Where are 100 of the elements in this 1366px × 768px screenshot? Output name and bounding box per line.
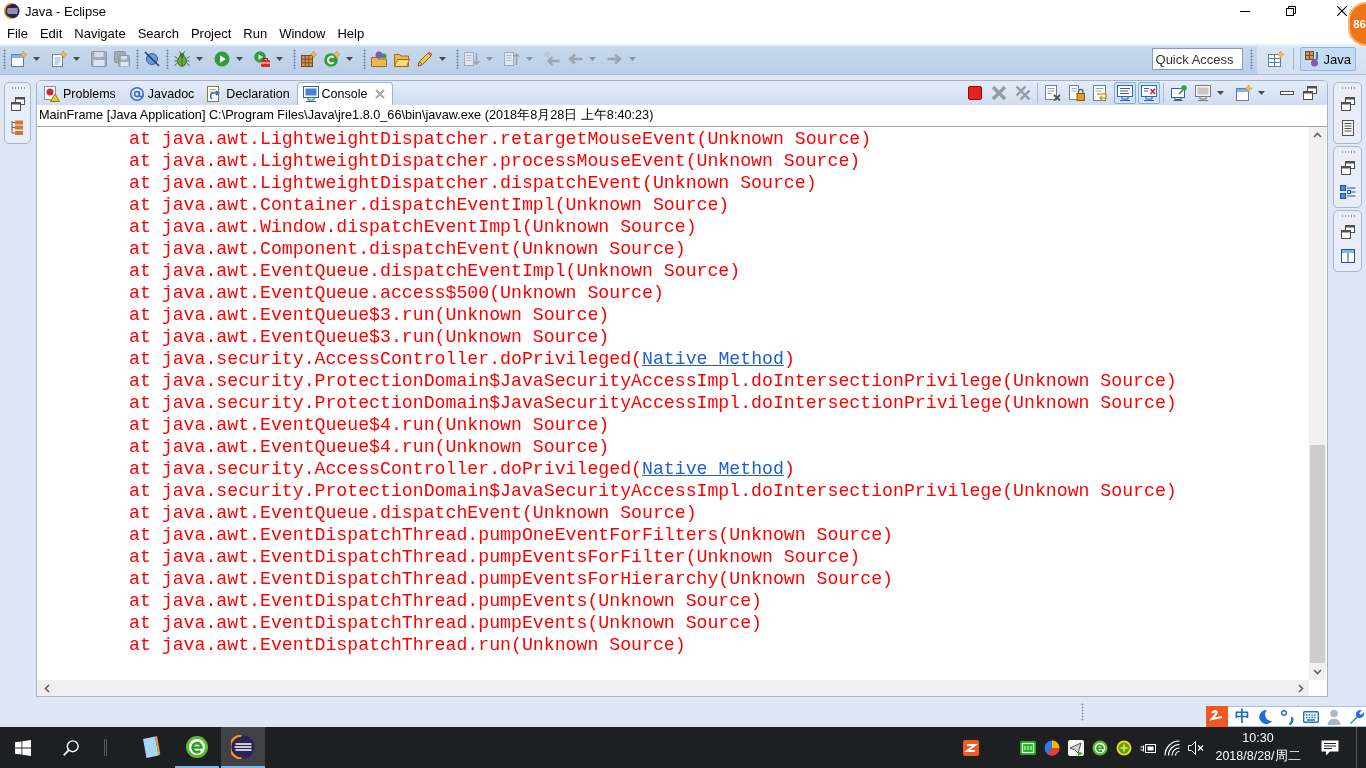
notification-icon	[1321, 739, 1339, 756]
menu-item[interactable]: Window	[273, 23, 332, 43]
stack-trace-line: at java.awt.EventQueue$3.run(Unknown Source)	[129, 304, 610, 326]
app-tile-icon[interactable]	[963, 739, 979, 756]
menu-item[interactable]: File	[1, 23, 34, 43]
menu-item[interactable]: Help	[331, 23, 371, 43]
caret-icon	[276, 57, 283, 61]
at-sign-icon	[128, 86, 145, 102]
video-app-icon[interactable]	[1020, 739, 1036, 756]
restore-icon	[1339, 96, 1356, 112]
caret-icon	[236, 57, 243, 61]
play-icon	[214, 51, 230, 67]
search-icon	[63, 739, 79, 756]
arrow-left-icon	[567, 51, 583, 67]
stack-trace-line: at java.awt.Component.dispatchEvent(Unknown Source)	[129, 238, 686, 260]
input-mode-button[interactable]: 中	[1235, 707, 1250, 726]
view-tab[interactable]: Console	[296, 82, 394, 105]
menu-item[interactable]: Project	[184, 23, 238, 43]
warning-icon	[44, 86, 60, 102]
restore-icon	[1339, 160, 1356, 176]
close-icon	[375, 89, 386, 99]
window-grid-icon	[1267, 51, 1284, 67]
stack-trace-line: at java.awt.LightweightDispatcher.dispatchEvent(Unknown Source)	[129, 172, 817, 194]
new-package-button[interactable]	[298, 48, 320, 70]
caret-icon	[629, 57, 636, 61]
stack-trace-line: at java.security.AccessController.doPrivileged(Native Method)	[129, 458, 795, 480]
show-on-output-button[interactable]	[1114, 82, 1136, 104]
vertical-scrollbar[interactable]	[1309, 127, 1326, 680]
hierarchy-icon	[9, 120, 26, 136]
punctuation-icon[interactable]	[1280, 708, 1296, 725]
window-icon	[11, 51, 27, 67]
wrench-icon[interactable]	[1349, 708, 1365, 725]
app-logo-icon	[4, 3, 20, 19]
stack-trace-line: at java.security.ProtectionDomain$JavaSecurityAccessImpl.doIntersectionPrivilege(Unknown Source)	[129, 480, 1177, 502]
menu-item[interactable]: Navigate	[68, 23, 132, 43]
moon-icon[interactable]	[1257, 708, 1273, 725]
restore-icon	[1339, 224, 1356, 240]
menu-item[interactable]: Run	[237, 23, 274, 43]
quick-access-field[interactable]: Quick Access	[1151, 48, 1243, 70]
stack-trace-line: at java.awt.LightweightDispatcher.processMouseEvent(Unknown Source)	[129, 150, 861, 172]
caret-icon	[1217, 91, 1224, 95]
stack-trace-line: at java.awt.EventQueue.dispatchEventImpl(Unknown Source)	[129, 260, 741, 282]
browser-icon[interactable]	[1092, 739, 1108, 756]
view-button[interactable]	[1337, 183, 1358, 201]
restore-icon	[9, 96, 26, 112]
layout-icon	[1339, 248, 1356, 264]
horizontal-scrollbar[interactable]	[37, 680, 1309, 696]
restore-icon	[1286, 6, 1296, 16]
stack-trace-line: at java.awt.EventQueue$4.run(Unknown Source)	[129, 436, 610, 458]
arrow-left-icon	[544, 51, 560, 67]
document-wrap-icon	[1093, 85, 1109, 101]
document-arrow-icon	[504, 51, 520, 67]
view-tab[interactable]: Declaration	[201, 82, 296, 105]
scroll-lock-button[interactable]	[1066, 82, 1088, 104]
stack-trace-line: at java.awt.EventQueue$4.run(Unknown Source)	[129, 414, 610, 436]
native-method-link[interactable]: Native Method	[642, 459, 784, 479]
windows-logo-icon	[15, 739, 31, 756]
close-icon	[1337, 6, 1347, 16]
caret-icon	[346, 57, 353, 61]
perspective-button[interactable]: Java	[1299, 47, 1356, 71]
menu-item[interactable]: Search	[131, 23, 185, 43]
caret-icon	[196, 57, 203, 61]
window-title: Java - Eclipse	[25, 3, 106, 19]
stack-trace-line: at java.security.ProtectionDomain$JavaSecurityAccessImpl.doIntersectionPrivilege(Unknown Source)	[129, 370, 1177, 392]
document-icon	[1339, 120, 1356, 136]
caret-icon	[73, 57, 80, 61]
caret-icon	[526, 57, 533, 61]
stack-trace-line: at java.awt.EventQueue.dispatchEvent(Unknown Source)	[129, 502, 697, 524]
plus-icon[interactable]	[1116, 739, 1132, 756]
paper-plane-icon[interactable]	[1068, 739, 1084, 756]
arrow-right-icon	[607, 51, 623, 67]
keyboard-icon[interactable]	[1303, 708, 1319, 725]
app-logo-icon	[231, 734, 255, 759]
scrollbar-thumb[interactable]	[1310, 445, 1325, 663]
process-description: MainFrame [Java Application] C:\Program Files\Java\jre1.8.0_66\bin\javaw.exe (2018年8月28日 上午8:40:23)	[37, 105, 1327, 127]
taskbar-app-button[interactable]	[221, 727, 265, 768]
chevron-right-icon	[1297, 683, 1304, 693]
stack-trace-line: at java.awt.LightweightDispatcher.retargetMouseEvent(Unknown Source)	[129, 128, 872, 150]
pencil-icon	[417, 51, 433, 67]
speaker-muted-icon[interactable]	[1188, 739, 1204, 756]
clock-date: 2018/8/28/周二	[1215, 749, 1301, 764]
stack-trace-line: at java.awt.EventDispatchThread.pumpEventsForFilter(Unknown Source)	[129, 546, 861, 568]
view-tab[interactable]: Problems	[38, 82, 122, 105]
menu-item[interactable]: Edit	[33, 23, 69, 43]
wifi-icon[interactable]	[1164, 739, 1180, 756]
caret-icon	[1258, 91, 1265, 95]
chevron-left-icon	[44, 683, 51, 693]
show-on-error-button[interactable]	[1138, 82, 1160, 104]
document-x-icon	[1045, 85, 1061, 101]
pin-console-button[interactable]	[1168, 82, 1190, 104]
clock-time: 10:30	[1242, 731, 1274, 746]
caret-icon	[439, 57, 446, 61]
view-tab[interactable]: Javadoc	[122, 82, 201, 105]
monitor-icon	[302, 86, 319, 102]
color-ball-icon[interactable]	[1044, 739, 1060, 756]
document-icon	[51, 51, 67, 67]
stack-trace-line: at java.awt.EventDispatchThread.run(Unknown Source)	[129, 634, 686, 656]
caret-icon	[33, 57, 40, 61]
monitor-icon	[1195, 85, 1211, 101]
native-method-link[interactable]: Native Method	[642, 349, 784, 369]
